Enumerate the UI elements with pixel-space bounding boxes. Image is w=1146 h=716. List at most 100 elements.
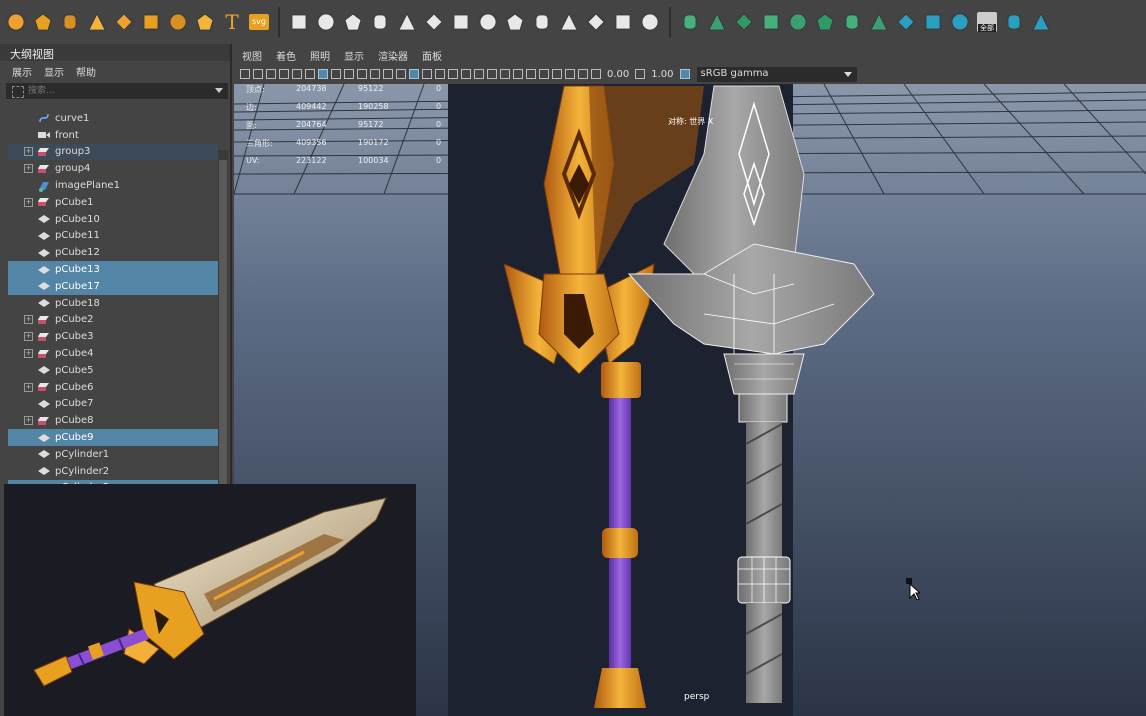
exposure-value[interactable]: 0.00 — [607, 69, 629, 80]
pipe-icon[interactable] — [193, 8, 217, 36]
expand-toggle-icon[interactable]: + — [24, 332, 33, 342]
uv-planar-icon[interactable] — [678, 8, 702, 36]
wireframe-on-shaded-icon[interactable] — [435, 69, 445, 79]
outliner-item-pCube6[interactable]: + pCube6 — [8, 379, 218, 396]
ambient-occlusion-icon[interactable] — [487, 69, 497, 79]
outliner-item-pCube17[interactable]: pCube17 — [8, 277, 218, 295]
isolate-select-icon[interactable] — [539, 69, 549, 79]
use-all-lights-icon[interactable] — [461, 69, 471, 79]
uv-auto-icon[interactable] — [759, 8, 783, 36]
merge-icon[interactable] — [476, 8, 500, 36]
combine-icon[interactable] — [287, 8, 311, 36]
pyramid-icon[interactable] — [166, 8, 190, 36]
chevron-down-icon[interactable] — [843, 71, 852, 77]
smooth-shade-icon[interactable] — [409, 69, 419, 79]
viewport-menu-shading[interactable]: 着色 — [276, 48, 296, 63]
expand-toggle-icon[interactable]: + — [24, 164, 33, 174]
gamma-icon[interactable] — [635, 69, 646, 79]
xray-icon[interactable] — [552, 69, 562, 79]
outliner-item-pCylinder1[interactable]: pCylinder1 — [8, 446, 218, 463]
collapse-icon[interactable] — [584, 8, 608, 36]
textured-icon[interactable] — [448, 69, 458, 79]
uv-layout-icon[interactable] — [813, 8, 837, 36]
split-icon[interactable] — [557, 8, 581, 36]
bevel-icon[interactable] — [395, 8, 419, 36]
color-management-icon[interactable] — [679, 69, 690, 79]
anti-aliasing-icon[interactable] — [513, 69, 523, 79]
outliner-item-pCube10[interactable]: pCube10 — [8, 211, 218, 228]
select-camera-icon[interactable] — [240, 69, 250, 79]
outliner-item-pCube18[interactable]: pCube18 — [8, 295, 218, 312]
viewport-menu-lighting[interactable]: 照明 — [310, 48, 330, 63]
outliner-item-pCube1[interactable]: + pCube1 — [8, 194, 218, 211]
grid-toggle-icon[interactable] — [305, 69, 315, 79]
outliner-menu-display[interactable]: 显示 — [44, 64, 64, 79]
expand-toggle-icon[interactable]: + — [24, 382, 33, 392]
extrude-icon[interactable] — [341, 8, 365, 36]
hik-icon[interactable] — [894, 8, 918, 36]
sew-uv-icon[interactable] — [867, 8, 891, 36]
default-material-icon[interactable] — [422, 69, 432, 79]
cone-icon[interactable] — [85, 8, 109, 36]
hik-3-icon[interactable] — [1002, 8, 1026, 36]
outliner-item-pCube13[interactable]: pCube13 — [8, 261, 218, 278]
cylinder-icon[interactable] — [58, 8, 82, 36]
outliner-item-group4[interactable]: + group4 — [8, 160, 218, 177]
uv-cylindrical-icon[interactable] — [705, 8, 729, 36]
outliner-menu-show[interactable]: 展示 — [12, 64, 32, 79]
expand-toggle-icon[interactable]: + — [24, 147, 33, 157]
motion-blur-icon[interactable] — [500, 69, 510, 79]
outliner-scrollbar[interactable] — [218, 150, 228, 530]
text-icon[interactable]: T — [220, 8, 244, 36]
outliner-item-group3[interactable]: + group3 — [8, 143, 218, 161]
film-gate-icon[interactable] — [318, 69, 328, 79]
grease-pencil-icon[interactable] — [292, 69, 302, 79]
sphere-icon[interactable] — [4, 8, 28, 36]
hik-2-icon[interactable] — [921, 8, 945, 36]
search-dropdown-icon[interactable] — [214, 87, 224, 95]
append-icon[interactable] — [422, 8, 446, 36]
sculpt-icon[interactable]: 全部 — [975, 8, 999, 36]
image-plane-icon[interactable] — [279, 69, 289, 79]
viewport-menu-view[interactable]: 视图 — [242, 48, 262, 63]
viewport-menu-renderer[interactable]: 渲染器 — [378, 48, 408, 63]
outliner-item-pCube12[interactable]: pCube12 — [8, 244, 218, 261]
svg-icon[interactable]: svg — [247, 8, 271, 36]
weld-icon[interactable] — [611, 8, 635, 36]
depth-of-field-icon[interactable] — [526, 69, 536, 79]
soccer-ball-icon[interactable] — [31, 8, 55, 36]
outliner-menu-help[interactable]: 帮助 — [76, 64, 96, 79]
outliner-item-pCube11[interactable]: pCube11 — [8, 228, 218, 245]
bookmark-icon[interactable] — [266, 69, 276, 79]
rotate-arrow-icon[interactable] — [948, 8, 972, 36]
outliner-item-pCube5[interactable]: pCube5 — [8, 362, 218, 379]
exposure-icon[interactable] — [591, 69, 601, 79]
outliner-item-imagePlane1[interactable]: imagePlane1 — [8, 177, 218, 194]
xray-joints-icon[interactable] — [565, 69, 575, 79]
outliner-item-curve1[interactable]: curve1 — [8, 110, 218, 127]
outliner-item-pCube7[interactable]: pCube7 — [8, 396, 218, 413]
diamond-icon[interactable] — [112, 8, 136, 36]
outliner-item-pCube4[interactable]: + pCube4 — [8, 345, 218, 362]
bevel-edge-icon[interactable] — [503, 8, 527, 36]
viewport-menu-panels[interactable]: 面板 — [422, 48, 442, 63]
gamma-value[interactable]: 1.00 — [651, 69, 673, 80]
viewport-menu-show[interactable]: 显示 — [344, 48, 364, 63]
safe-action-icon[interactable] — [370, 69, 380, 79]
uv-spherical-icon[interactable] — [732, 8, 756, 36]
outliner-item-pCube8[interactable]: + pCube8 — [8, 412, 218, 429]
resolution-gate-icon[interactable] — [331, 69, 341, 79]
wireframe-icon[interactable] — [396, 69, 406, 79]
color-space-select[interactable]: sRGB gamma — [696, 66, 857, 82]
cube-icon[interactable] — [530, 8, 554, 36]
expand-toggle-icon[interactable]: + — [24, 197, 33, 207]
shadows-icon[interactable] — [474, 69, 484, 79]
expand-toggle-icon[interactable]: + — [24, 315, 33, 325]
refresh-icon[interactable] — [1029, 8, 1053, 36]
expand-toggle-icon[interactable]: + — [24, 416, 33, 426]
field-chart-icon[interactable] — [357, 69, 367, 79]
camera-attributes-icon[interactable] — [253, 69, 263, 79]
safe-title-icon[interactable] — [383, 69, 393, 79]
xray-active-icon[interactable] — [578, 69, 588, 79]
outliner-item-pCube2[interactable]: + pCube2 — [8, 312, 218, 329]
